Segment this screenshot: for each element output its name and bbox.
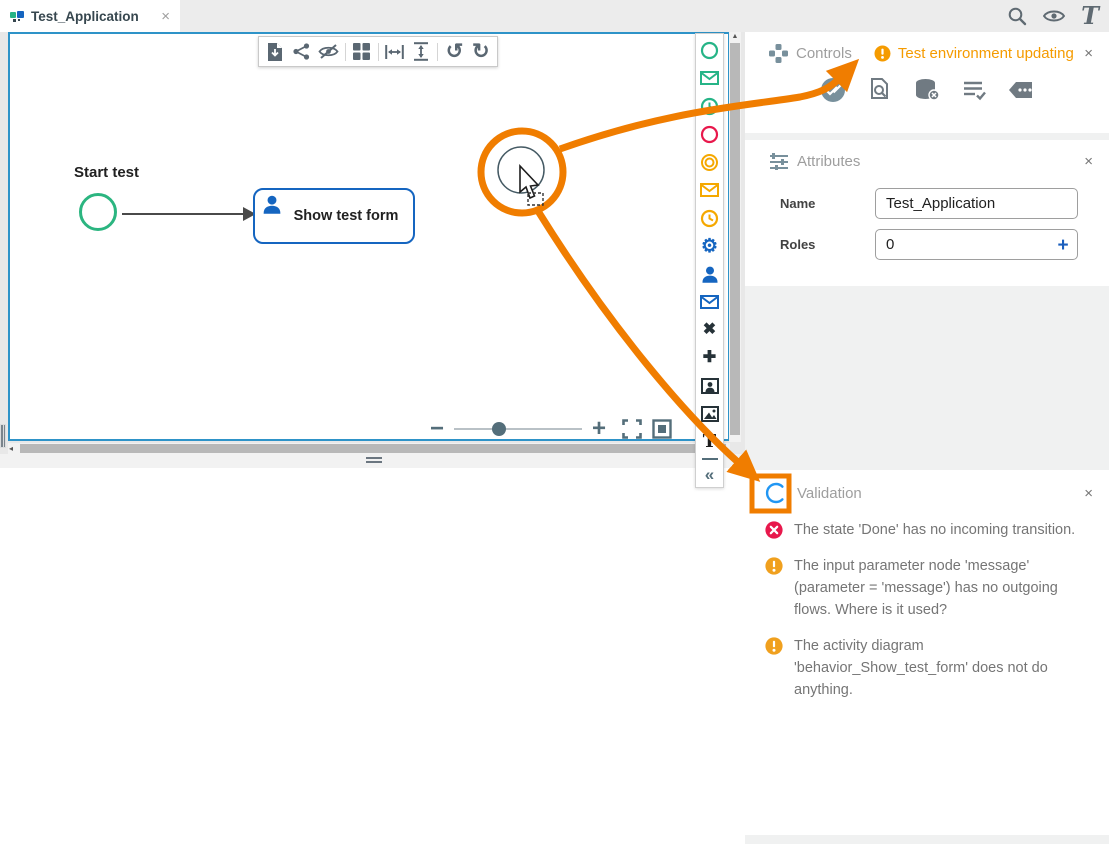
validation-message-row[interactable]: The state 'Done' has no incoming transit… [745, 512, 1109, 548]
roles-input[interactable] [875, 229, 1078, 260]
tab-title: Test_Application [31, 8, 139, 24]
palette-message-teal-icon[interactable] [696, 64, 724, 92]
validation-title: Validation [797, 484, 862, 502]
task-label: Show test form [293, 208, 399, 224]
palette-timer-orange-icon[interactable] [696, 204, 724, 232]
tab-test-application[interactable]: Test_Application × [0, 0, 180, 32]
controls-title: Controls [796, 45, 852, 62]
fit-to-screen-icon[interactable] [652, 419, 672, 439]
error-icon [765, 521, 783, 541]
warning-icon [874, 45, 891, 62]
controls-close-icon[interactable]: × [1084, 46, 1093, 61]
vertical-scroll-thumb[interactable] [730, 43, 740, 435]
palette-divider [701, 458, 718, 460]
toolbar-divider [377, 42, 379, 61]
zoom-in-icon[interactable]: + [592, 417, 606, 441]
toolbar-divider [437, 42, 439, 61]
right-panel: Controls Test environment updating × Att… [745, 32, 1109, 844]
horizontal-splitter[interactable] [0, 454, 745, 468]
checklist-icon[interactable] [961, 77, 987, 103]
bottom-panel [0, 468, 745, 844]
palette-state-red-icon[interactable] [696, 120, 724, 148]
diagram-canvas[interactable]: Start test Show test form ↺ ↻ − + [8, 32, 730, 441]
start-event-node[interactable] [79, 193, 117, 231]
tab-close-icon[interactable]: × [161, 9, 170, 24]
palette-image-icon[interactable] [696, 400, 724, 428]
validation-message-text: The input parameter node 'message' (para… [794, 558, 1058, 618]
canvas-toolbar: ↺ ↻ [258, 36, 498, 67]
name-field-label: Name [780, 196, 816, 211]
palette-timer-teal-icon[interactable] [696, 92, 724, 120]
palette-portrait-icon[interactable] [696, 372, 724, 400]
attributes-close-icon[interactable]: × [1084, 154, 1093, 169]
palette-state-teal-icon[interactable] [696, 36, 724, 64]
palette-state-orange-icon[interactable] [696, 148, 724, 176]
environment-status-text: Test environment updating [897, 45, 1074, 62]
redo-icon[interactable]: ↻ [471, 41, 491, 63]
palette-delete-x-icon[interactable]: ✖ [696, 316, 724, 344]
controls-icon [769, 44, 788, 63]
palette-text-icon[interactable]: T [696, 428, 724, 456]
scroll-up-icon[interactable]: ▲ [729, 33, 741, 40]
add-role-button[interactable]: + [1052, 234, 1074, 256]
share-icon[interactable] [291, 41, 311, 63]
palette-message-blue-icon[interactable] [696, 288, 724, 316]
top-bar: Test_Application × T [0, 0, 1109, 32]
publish-check-icon[interactable] [820, 77, 846, 103]
splitter-handle-icon[interactable] [366, 457, 382, 465]
canvas-horizontal-scrollbar[interactable]: ◂ [8, 443, 730, 454]
zoom-out-icon[interactable]: − [430, 417, 444, 441]
attributes-panel: Attributes × Name Roles + [745, 140, 1109, 286]
warning-icon [765, 637, 783, 701]
validation-message-text: The state 'Done' has no incoming transit… [794, 522, 1076, 538]
palette-collapse-icon[interactable]: « [696, 463, 724, 485]
attributes-title: Attributes [797, 152, 861, 170]
start-event-label: Start test [74, 164, 140, 181]
palette-settings-gear-icon[interactable]: ⚙ [696, 232, 724, 260]
left-panel-grip[interactable] [0, 424, 6, 448]
controls-panel: Controls Test environment updating × [745, 32, 1109, 133]
search-icon[interactable] [1007, 6, 1027, 26]
validation-spinner-icon [763, 480, 789, 506]
match-height-icon[interactable] [411, 41, 431, 63]
validation-close-icon[interactable]: × [1084, 486, 1093, 501]
eye-icon[interactable] [1043, 8, 1066, 24]
roles-field-label: Roles [780, 237, 816, 252]
palette-add-plus-icon[interactable]: ✚ [696, 344, 724, 372]
preview-search-icon[interactable] [867, 77, 893, 103]
scroll-left-icon[interactable]: ◂ [9, 444, 13, 453]
palette-message-orange-icon[interactable] [696, 176, 724, 204]
app-model-icon [10, 9, 24, 23]
name-input[interactable] [875, 188, 1078, 219]
attributes-sliders-icon [769, 152, 789, 170]
horizontal-scroll-thumb[interactable] [20, 444, 726, 453]
toolbar-divider [344, 42, 346, 61]
palette-user-icon[interactable] [696, 260, 724, 288]
export-download-icon[interactable] [265, 41, 285, 63]
app-logo[interactable]: T [1081, 4, 1099, 28]
task-node-show-test-form[interactable]: Show test form [253, 188, 415, 244]
validation-message-text: The activity diagram 'behavior_Show_test… [794, 638, 1048, 698]
undo-icon[interactable]: ↺ [444, 41, 464, 63]
zoom-controls: − + [430, 416, 698, 442]
fullscreen-icon[interactable] [622, 419, 642, 439]
validation-message-row[interactable]: The input parameter node 'message' (para… [745, 548, 1109, 628]
warning-icon [765, 557, 783, 621]
user-task-icon [262, 195, 282, 214]
zoom-slider[interactable] [454, 422, 583, 436]
zoom-slider-knob[interactable] [492, 422, 507, 436]
layout-grid-icon[interactable] [352, 41, 372, 63]
validation-panel: Validation × The state 'Done' has no inc… [745, 470, 1109, 835]
database-reset-icon[interactable] [914, 77, 940, 103]
canvas-vertical-scrollbar[interactable]: ▲ [729, 32, 741, 442]
validation-message-row[interactable]: The activity diagram 'behavior_Show_test… [745, 628, 1109, 708]
tag-more-icon[interactable] [1008, 77, 1034, 103]
element-palette: ⚙ ✖ ✚ T « [695, 33, 724, 488]
match-width-icon[interactable] [385, 41, 405, 63]
hide-eye-off-icon[interactable] [318, 41, 339, 63]
